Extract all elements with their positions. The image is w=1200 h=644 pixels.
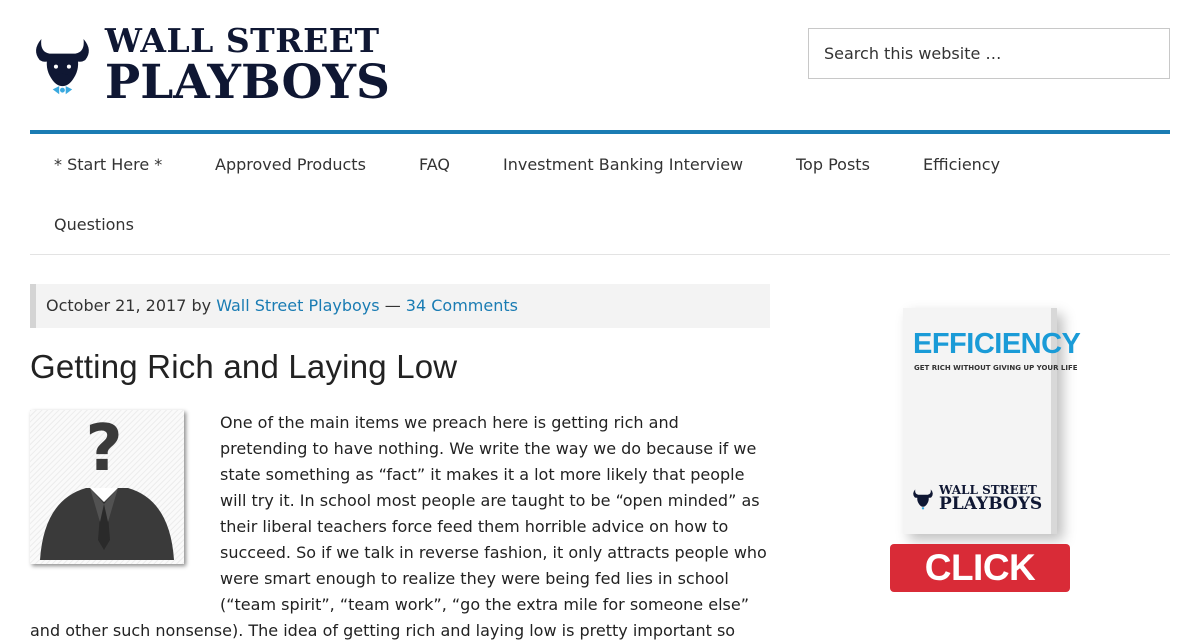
svg-text:?: ? <box>85 412 122 486</box>
click-here-button[interactable]: CLICK HERE <box>890 544 1070 636</box>
bull-logo-icon <box>913 488 933 509</box>
mystery-person-image: ? <box>30 410 184 564</box>
meta-separator: — <box>384 296 401 315</box>
post-date: October 21, 2017 <box>46 296 187 315</box>
nav-item-investment-banking-interview[interactable]: Investment Banking Interview <box>503 155 743 174</box>
book-subtitle: GET RICH WITHOUT GIVING UP YOUR LIFE <box>914 364 1078 372</box>
post-by: by <box>191 296 212 315</box>
efficiency-ad[interactable]: EFFICIENCY GET RICH WITHOUT GIVING UP YO… <box>870 300 1090 636</box>
post-title: Getting Rich and Laying Low <box>30 348 458 385</box>
bull-logo-icon <box>36 39 89 95</box>
nav-item-start-here[interactable]: * Start Here * <box>54 155 162 174</box>
post-meta: October 21, 2017 by Wall Street Playboys… <box>30 284 770 328</box>
logo-line1: WALL STREET <box>104 21 380 60</box>
nav-item-efficiency[interactable]: Efficiency <box>923 155 1000 174</box>
nav-item-approved-products[interactable]: Approved Products <box>215 155 366 174</box>
logo-wordmark: WALL STREET PLAYBOYS <box>105 24 390 106</box>
comments-link[interactable]: 34 Comments <box>406 296 518 315</box>
nav-item-top-posts[interactable]: Top Posts <box>796 155 870 174</box>
book-brand: WALL STREET PLAYBOYS <box>911 484 1042 513</box>
nav-item-faq[interactable]: FAQ <box>419 155 450 174</box>
efficiency-book-cover: EFFICIENCY GET RICH WITHOUT GIVING UP YO… <box>903 308 1081 534</box>
search-input[interactable] <box>808 28 1170 79</box>
book-brand-line2: PLAYBOYS <box>939 494 1043 514</box>
nav-item-questions[interactable]: Questions <box>54 215 134 234</box>
main-nav: * Start Here * Approved Products FAQ Inv… <box>30 130 1170 255</box>
book-title: EFFICIENCY <box>913 328 1081 360</box>
book-brand-wordmark: WALL STREET PLAYBOYS <box>939 484 1042 513</box>
logo-line2: PLAYBOYS <box>104 55 390 110</box>
site-header: WALL STREET PLAYBOYS <box>0 0 1200 130</box>
site-logo[interactable]: WALL STREET PLAYBOYS <box>30 20 390 110</box>
author-link[interactable]: Wall Street Playboys <box>216 296 379 315</box>
